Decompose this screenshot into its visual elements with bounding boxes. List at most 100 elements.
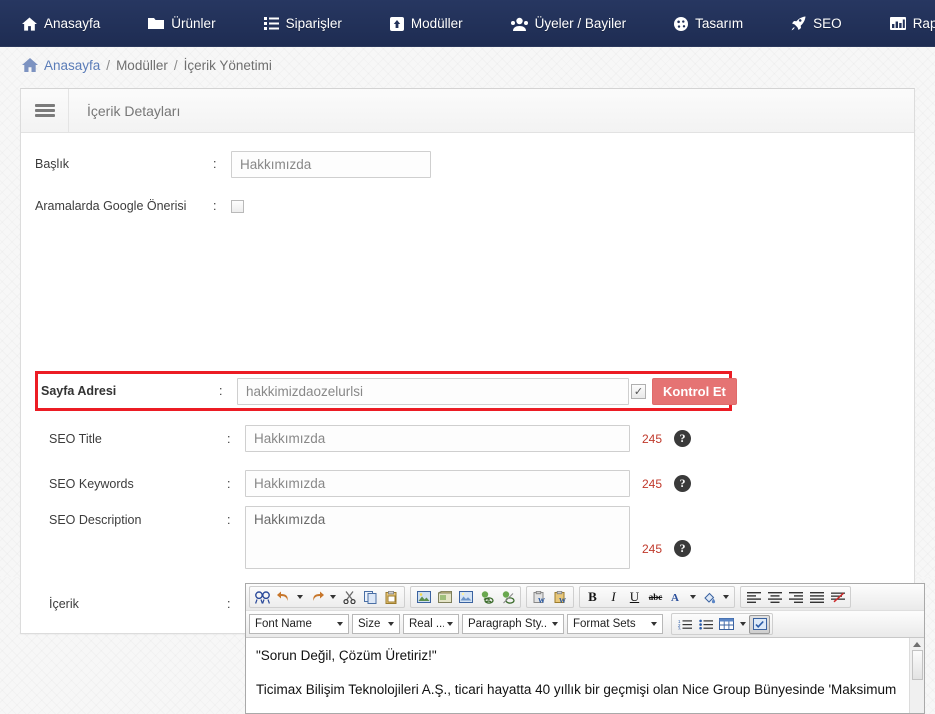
cut-scissors-icon[interactable] bbox=[339, 588, 360, 607]
palette-icon bbox=[674, 16, 689, 31]
form-row-icerik: İçerik : W W B I U abc A Font Name Size … bbox=[35, 583, 935, 714]
breadcrumb-link-anasayfa[interactable]: Anasayfa bbox=[44, 58, 100, 73]
icerik-label: İçerik bbox=[49, 597, 79, 611]
seo-keywords-counter: 245 bbox=[642, 476, 663, 491]
nav-item-seo[interactable]: SEO bbox=[791, 16, 860, 31]
nav-item-label: Raporlar bbox=[912, 16, 935, 31]
font-name-select[interactable]: Font Name bbox=[249, 614, 349, 634]
editor-toolbar-group-lists: 123 bbox=[671, 613, 773, 635]
nav-item-urunler[interactable]: Ürünler bbox=[148, 16, 233, 31]
insert-table-icon[interactable] bbox=[716, 615, 737, 634]
chevron-down-icon bbox=[388, 622, 394, 626]
undo-dropdown-caret[interactable] bbox=[297, 595, 303, 599]
menu-toggle-button[interactable] bbox=[21, 89, 69, 132]
bold-icon[interactable]: B bbox=[582, 588, 603, 607]
nav-item-anasayfa[interactable]: Anasayfa bbox=[22, 16, 118, 31]
help-icon[interactable]: ? bbox=[674, 430, 692, 447]
list-icon bbox=[263, 17, 279, 30]
size-select-label: Size bbox=[358, 618, 381, 630]
editor-content-body[interactable]: "Sorun Değil, Çözüm Üretiriz!" Ticimax B… bbox=[246, 638, 909, 713]
image-manager-icon[interactable] bbox=[455, 588, 476, 607]
rich-text-editor: W W B I U abc A Font Name Size Real ... … bbox=[245, 583, 925, 714]
help-icon[interactable]: ? bbox=[674, 475, 692, 492]
real-font-size-select[interactable]: Real ... bbox=[403, 614, 459, 634]
redo-dropdown-caret[interactable] bbox=[330, 595, 336, 599]
format-sets-select[interactable]: Format Sets bbox=[567, 614, 663, 634]
seo-description-textarea[interactable]: Hakkımızda bbox=[245, 506, 630, 569]
module-box-icon bbox=[389, 16, 404, 31]
editor-content-area[interactable]: "Sorun Değil, Çözüm Üretiriz!" Ticimax B… bbox=[246, 637, 924, 713]
content-form: Başlık : Aramalarda Google Önerisi : Say… bbox=[21, 143, 925, 714]
google-onerisi-checkbox[interactable] bbox=[231, 199, 244, 213]
font-color-caret[interactable] bbox=[690, 595, 696, 599]
breadcrumb-separator: / bbox=[173, 57, 178, 73]
undo-icon[interactable] bbox=[273, 588, 294, 607]
seo-keywords-colon: : bbox=[227, 476, 231, 491]
remove-link-icon[interactable] bbox=[497, 588, 518, 607]
chevron-down-icon bbox=[447, 622, 453, 626]
strikethrough-icon[interactable]: abc bbox=[645, 588, 666, 607]
size-select[interactable]: Size bbox=[352, 614, 400, 634]
editor-toolbar-group-format: B I U abc A bbox=[579, 586, 735, 608]
paragraph-style-select[interactable]: Paragraph Sty.. bbox=[462, 614, 564, 634]
seo-description-label: SEO Description bbox=[49, 513, 142, 527]
form-row-seo-title: SEO Title : 245 ? bbox=[35, 416, 915, 461]
insert-table-caret[interactable] bbox=[740, 622, 746, 626]
highlight-color-icon[interactable] bbox=[699, 588, 720, 607]
kontrol-et-button[interactable]: Kontrol Et bbox=[652, 377, 737, 405]
hamburger-icon bbox=[34, 102, 55, 119]
scrollbar-thumb[interactable] bbox=[911, 650, 923, 680]
redo-icon[interactable] bbox=[306, 588, 327, 607]
nav-item-uyeler-bayiler[interactable]: Üyeler / Bayiler bbox=[510, 16, 645, 31]
sayfa-adresi-colon: : bbox=[219, 384, 223, 398]
insert-image-icon[interactable] bbox=[413, 588, 434, 607]
editor-toolbar-group-insert bbox=[410, 586, 521, 608]
font-color-icon[interactable]: A bbox=[666, 588, 687, 607]
google-onerisi-colon: : bbox=[213, 199, 217, 213]
nav-item-raporlar[interactable]: Raporlar bbox=[889, 16, 935, 31]
breadcrumb-link-moduller[interactable]: Modüller bbox=[116, 58, 168, 73]
hyperlink-icon[interactable] bbox=[476, 588, 497, 607]
baslik-colon: : bbox=[213, 157, 217, 171]
paste-from-word-icon[interactable]: W bbox=[529, 588, 550, 607]
editor-scrollbar[interactable] bbox=[909, 638, 924, 713]
copy-icon[interactable] bbox=[360, 588, 381, 607]
editor-toolbar-row-2: Font Name Size Real ... Paragraph Sty.. … bbox=[246, 610, 924, 637]
seo-keywords-input[interactable] bbox=[245, 470, 630, 497]
numbered-list-icon[interactable]: 123 bbox=[674, 615, 695, 634]
find-replace-icon[interactable] bbox=[252, 588, 273, 607]
paste-icon[interactable] bbox=[381, 588, 402, 607]
module-manager-icon[interactable] bbox=[749, 614, 770, 634]
form-row-seo-keywords: SEO Keywords : 245 ? bbox=[35, 461, 915, 506]
remove-formatting-icon[interactable] bbox=[827, 588, 848, 607]
bulleted-list-icon[interactable] bbox=[695, 615, 716, 634]
svg-text:A: A bbox=[671, 592, 679, 604]
paste-word-clean-icon[interactable]: W bbox=[550, 588, 571, 607]
seo-keywords-label: SEO Keywords bbox=[49, 476, 134, 491]
breadcrumb-current-icerik-yonetimi: İçerik Yönetimi bbox=[183, 57, 272, 73]
insert-flash-icon[interactable] bbox=[434, 588, 455, 607]
align-left-icon[interactable] bbox=[743, 588, 764, 607]
highlight-color-caret[interactable] bbox=[723, 595, 729, 599]
align-center-icon[interactable] bbox=[764, 588, 785, 607]
seo-title-label: SEO Title bbox=[49, 431, 102, 446]
help-icon[interactable]: ? bbox=[674, 540, 692, 557]
top-navigation-bar: Anasayfa Ürünler Siparişler Modüller Üye… bbox=[0, 0, 935, 47]
nav-item-tasarim[interactable]: Tasarım bbox=[674, 16, 761, 31]
sayfa-adresi-input[interactable] bbox=[237, 377, 629, 405]
align-right-icon[interactable] bbox=[785, 588, 806, 607]
icerik-colon: : bbox=[227, 597, 231, 611]
align-justify-icon[interactable] bbox=[806, 588, 827, 607]
underline-icon[interactable]: U bbox=[624, 588, 645, 607]
nav-item-siparisler[interactable]: Siparişler bbox=[263, 16, 360, 31]
sayfa-adresi-checkbox[interactable]: ✓ bbox=[631, 383, 646, 399]
italic-icon[interactable]: I bbox=[603, 588, 624, 607]
nav-item-moduller[interactable]: Modüller bbox=[389, 16, 481, 31]
rocket-icon bbox=[791, 16, 806, 31]
seo-title-input[interactable] bbox=[245, 425, 630, 452]
nav-item-label: Siparişler bbox=[285, 16, 342, 31]
seo-title-colon: : bbox=[227, 431, 231, 446]
baslik-input[interactable] bbox=[231, 150, 431, 178]
nav-item-label: SEO bbox=[813, 16, 842, 31]
scroll-up-arrow-icon[interactable] bbox=[913, 642, 921, 647]
